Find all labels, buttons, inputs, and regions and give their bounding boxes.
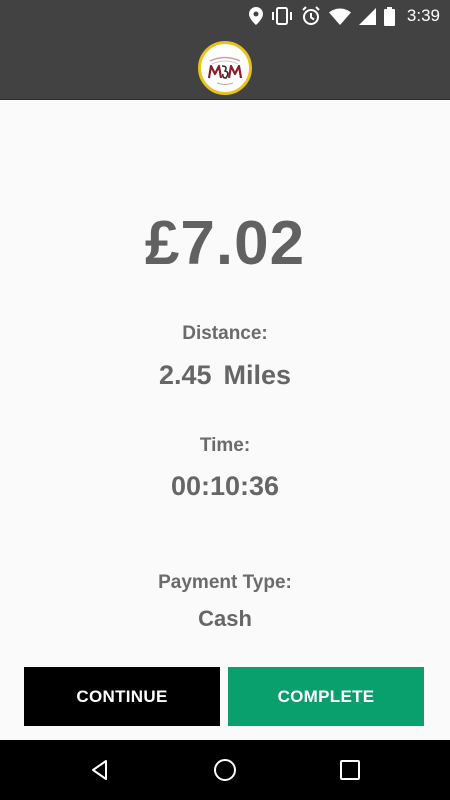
complete-button[interactable]: COMPLETE [228,667,424,726]
distance-label: Distance: [182,323,268,344]
back-icon[interactable] [88,758,112,782]
time-value: 00:10:36 [170,471,280,501]
location-icon [248,7,263,25]
trip-summary: £7.02 Distance: 2.45 Miles Time: 00:10:36… [0,100,450,740]
payment-type-label: Payment Type: [158,572,292,593]
home-icon[interactable] [213,758,237,782]
battery-icon [383,6,395,26]
distance-value: 2.45 Miles [0,360,450,391]
status-time: 3:39 [406,6,440,25]
status-bar: 3:39 [0,0,450,32]
payment-type-value: Cash [198,606,252,631]
vibrate-icon [271,7,292,25]
fare-amount: £7.02 [144,209,306,278]
navigation-bar [0,740,450,800]
distance-number: 2.45 [158,360,212,390]
wifi-icon [328,8,351,25]
mm-logo [198,41,252,95]
alarm-icon [302,6,320,25]
app-bar [0,32,450,100]
signal-icon [358,7,376,25]
continue-button[interactable]: CONTINUE [24,667,220,726]
distance-unit: Miles [223,360,292,390]
time-label: Time: [199,435,251,456]
recents-icon[interactable] [338,758,362,782]
